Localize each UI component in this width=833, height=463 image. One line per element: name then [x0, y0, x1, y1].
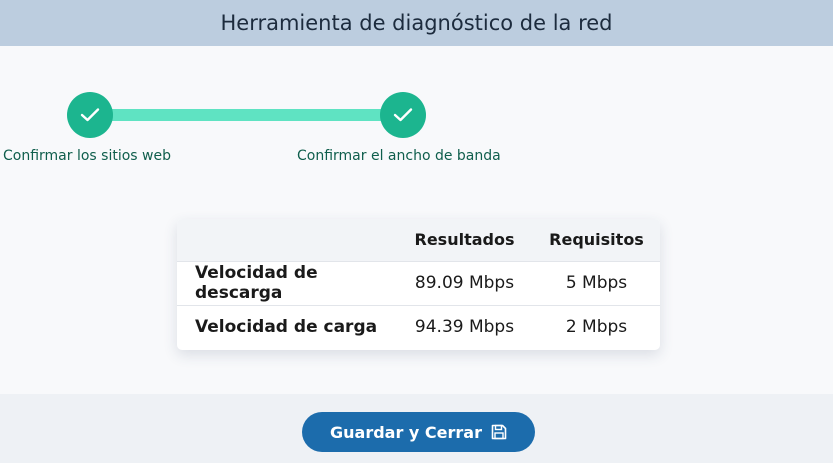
metric-requirement: 5 Mbps — [533, 260, 660, 305]
results-card: Resultados Requisitos Velocidad de desca… — [177, 219, 660, 350]
floppy-disk-icon — [491, 424, 507, 440]
stepper-progress-line — [90, 109, 402, 121]
column-header-results: Resultados — [414, 230, 515, 250]
column-header-requirements: Requisitos — [549, 230, 644, 250]
app-header: Herramienta de diagnóstico de la red — [0, 0, 833, 46]
footer-bar: Guardar y Cerrar — [0, 394, 833, 463]
step-2-label: Confirmar el ancho de banda — [297, 148, 501, 164]
step-2-indicator — [380, 92, 426, 138]
metric-result: 94.39 Mbps — [396, 304, 533, 349]
metric-requirement: 2 Mbps — [533, 304, 660, 349]
step-1-label: Confirmar los sitios web — [3, 148, 171, 164]
check-icon — [393, 108, 413, 122]
results-table: Resultados Requisitos Velocidad de desca… — [177, 219, 660, 349]
page-title: Herramienta de diagnóstico de la red — [220, 11, 613, 35]
column-header-metric — [177, 219, 396, 261]
step-1-indicator — [67, 92, 113, 138]
save-and-close-button[interactable]: Guardar y Cerrar — [302, 412, 535, 452]
table-row: Velocidad de descarga 89.09 Mbps 5 Mbps — [177, 260, 660, 305]
metric-name: Velocidad de carga — [177, 304, 396, 349]
check-icon — [80, 108, 100, 122]
table-row: Velocidad de carga 94.39 Mbps 2 Mbps — [177, 304, 660, 349]
save-button-label: Guardar y Cerrar — [330, 422, 482, 442]
metric-name: Velocidad de descarga — [177, 260, 396, 305]
table-header-row: Resultados Requisitos — [177, 219, 660, 261]
metric-result: 89.09 Mbps — [396, 260, 533, 305]
